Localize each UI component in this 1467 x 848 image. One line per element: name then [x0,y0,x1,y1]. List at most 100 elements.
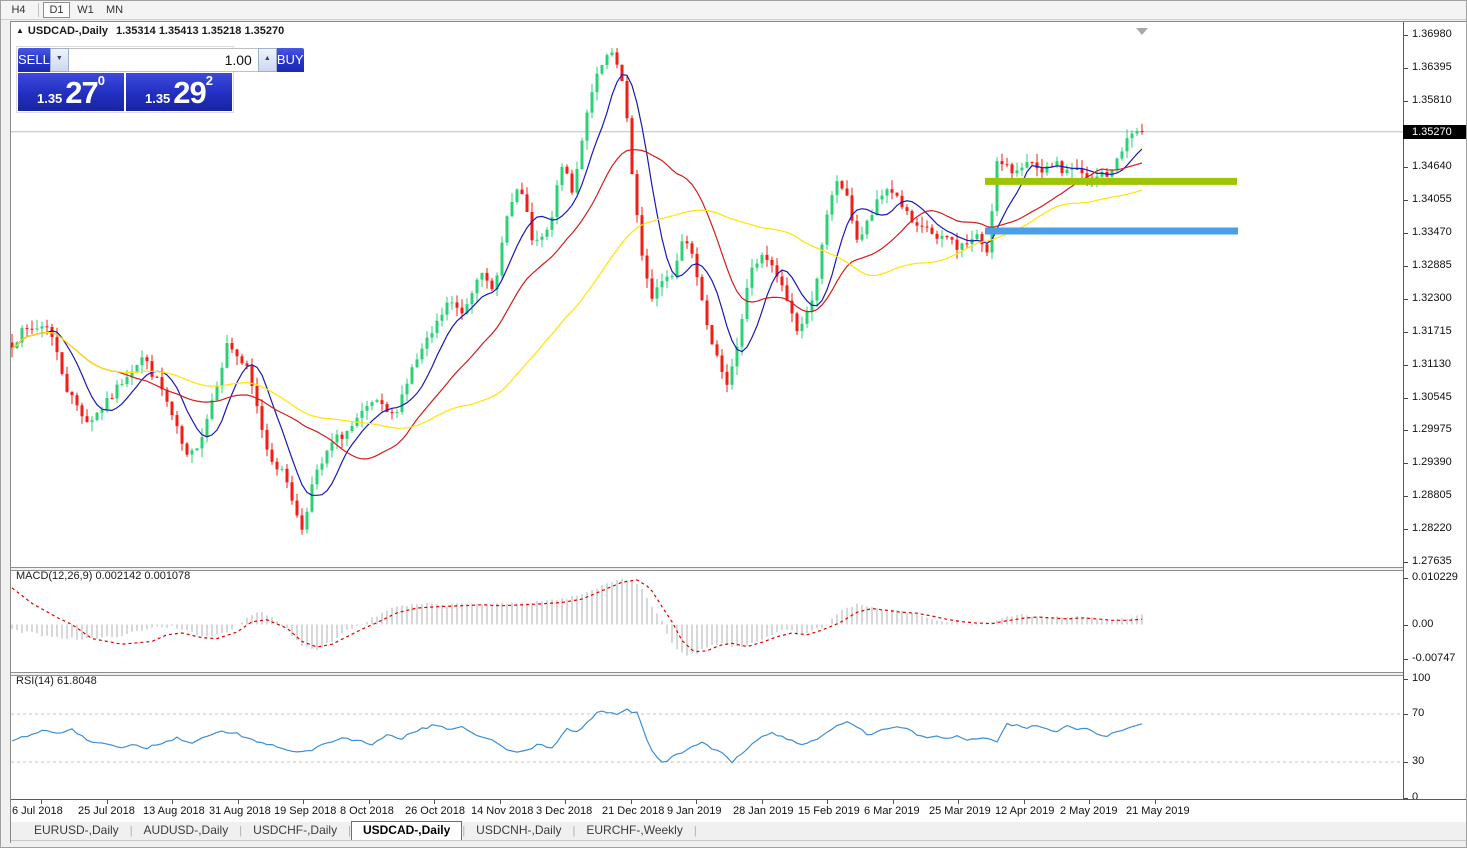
date-tick [762,800,763,804]
toolbar-separator [38,3,39,17]
timeframe-button-w1[interactable]: W1 [72,2,99,18]
date-tick [303,800,304,804]
price-axis-label: 1.35810 [1412,94,1452,106]
axis-tick [1404,68,1408,69]
date-axis-label: 14 Nov 2018 [471,805,533,817]
date-tick [696,800,697,804]
macd-pane[interactable] [11,570,1403,672]
axis-tick [1404,463,1408,464]
price-axis-label: 1.33470 [1412,226,1452,238]
date-axis-label: 6 Mar 2019 [864,805,920,817]
date-axis-label: 21 Dec 2018 [602,805,664,817]
axis-tick [1404,578,1408,579]
volume-increase-button[interactable]: ▲ [258,48,277,72]
date-axis-label: 21 May 2019 [1126,805,1190,817]
axis-tick [1404,35,1408,36]
axis-tick [1404,365,1408,366]
symbol-tab-bar: EURUSD-,Daily|AUDUSD-,Daily|USDCHF-,Dail… [11,822,1467,841]
date-tick [434,800,435,804]
rsi-axis-label: 100 [1412,672,1430,684]
price-axis-label: 1.29390 [1412,456,1452,468]
rsi-label: RSI(14) 61.8048 [16,675,97,687]
axis-tick [1404,398,1408,399]
symbol-tab-usdcnh[interactable]: USDCNH-,Daily [465,822,572,840]
sell-price-box[interactable]: 1.35270 [18,73,124,111]
date-axis-label: 15 Feb 2019 [798,805,860,817]
date-axis-label: 2 May 2019 [1060,805,1117,817]
terminal-window: H4 D1W1MN ▲ USDCAD-,Daily 1.35314 1.35413 1… [0,0,1467,848]
trade-panel-price-row: 1.35270 1.35292 [18,73,232,111]
axis-tick [1404,762,1408,763]
date-axis-label: 3 Dec 2018 [536,805,592,817]
date-axis-label: 19 Sep 2018 [274,805,336,817]
chart-window: ▲ USDCAD-,Daily 1.35314 1.35413 1.35218 1.… [10,21,1467,843]
date-axis-label: 9 Jan 2019 [667,805,721,817]
buy-price-main: 29 [173,79,205,107]
price-axis-label: 1.28220 [1412,522,1452,534]
date-axis-label: 6 Jul 2018 [12,805,63,817]
volume-decrease-button[interactable]: ▼ [50,48,69,72]
axis-tick [1404,167,1408,168]
timeframe-button-mn[interactable]: MN [101,2,128,18]
current-price-tag: 1.35270 [1403,125,1467,139]
date-axis-label: 25 Jul 2018 [78,805,135,817]
price-axis-label: 1.30545 [1412,391,1452,403]
volume-input[interactable] [69,48,258,72]
timeframe-button-d1[interactable]: D1 [43,2,70,18]
date-tick [107,800,108,804]
price-axis-label: 1.31715 [1412,325,1452,337]
symbol-tab-audusd[interactable]: AUDUSD-,Daily [133,822,240,840]
date-tick [827,800,828,804]
price-axis-label: 1.34640 [1412,160,1452,172]
date-axis-label: 26 Oct 2018 [405,805,465,817]
date-axis-label: 31 Aug 2018 [209,805,271,817]
date-axis: 6 Jul 2018 25 Jul 2018 13 Aug 2018 31 Aug 2… [11,799,1467,822]
date-axis-label: 13 Aug 2018 [143,805,205,817]
price-axis-label: 1.27635 [1412,555,1452,567]
chart-symbol-label: USDCAD-,Daily [28,25,108,37]
rsi-axis-label: 70 [1412,707,1424,719]
axis-tick [1404,266,1408,267]
axis-tick [1404,625,1408,626]
buy-price-box[interactable]: 1.35292 [126,73,232,111]
rsi-pane[interactable] [11,675,1403,799]
tab-separator: | [694,825,697,837]
date-tick [500,800,501,804]
axis-tick [1404,299,1408,300]
axis-tick [1404,659,1408,660]
buy-button[interactable]: BUY [277,48,304,72]
sell-button[interactable]: SELL [18,48,50,72]
symbol-tab-eurchf[interactable]: EURCHF-,Weekly [575,822,693,840]
sell-price-prefix: 1.35 [37,90,62,107]
trade-panel-top-row: SELL ▼ ▲ BUY [18,48,232,72]
date-axis-label: 12 Apr 2019 [995,805,1054,817]
axis-tick [1404,529,1408,530]
price-axis-label: 1.28805 [1412,489,1452,501]
ohlc-readout: 1.35314 1.35413 1.35218 1.35270 [116,25,284,37]
date-tick [41,800,42,804]
axis-tick [1404,562,1408,563]
symbol-arrow-icon: ▲ [16,26,24,35]
timeframe-toolbar: H4 D1W1MN [1,1,1467,20]
axis-tick [1404,233,1408,234]
date-tick [172,800,173,804]
symbol-tab-eurusd[interactable]: EURUSD-,Daily [23,822,130,840]
axis-tick [1404,430,1408,431]
timeframe-button-h4[interactable]: H4 [5,2,32,18]
sell-price-pip: 0 [98,75,105,87]
symbol-tab-usdcad[interactable]: USDCAD-,Daily [351,821,462,840]
macd-axis-label: -0.00747 [1412,652,1455,664]
axis-tick [1404,714,1408,715]
axis-tick [1404,200,1408,201]
price-axis-label: 1.31130 [1412,358,1451,370]
rsi-axis-label: 30 [1412,755,1424,767]
one-click-trade-panel: SELL ▼ ▲ BUY 1.35270 1.35292 [16,46,234,113]
status-strip [11,841,1467,844]
date-axis-label: 28 Jan 2019 [733,805,794,817]
date-tick [238,800,239,804]
date-tick [565,800,566,804]
date-tick [1155,800,1156,804]
symbol-tab-usdchf[interactable]: USDCHF-,Daily [242,822,348,840]
macd-axis-label: 0.00 [1412,618,1433,630]
axis-tick [1404,332,1408,333]
